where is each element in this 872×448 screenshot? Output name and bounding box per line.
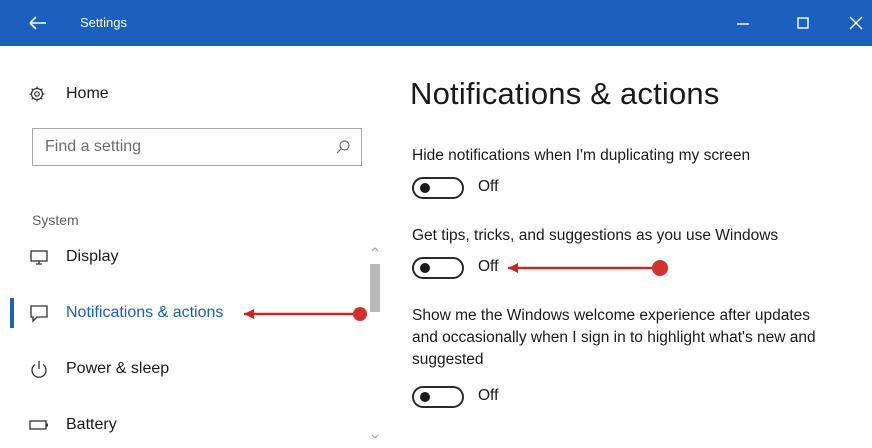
toggle-welcome-experience[interactable] <box>412 386 464 408</box>
chevron-up-icon[interactable] <box>370 244 380 254</box>
sidebar-item-battery[interactable]: Battery <box>0 408 380 442</box>
sidebar-item-display[interactable]: Display <box>0 240 380 274</box>
search-placeholder: Find a setting <box>45 138 142 155</box>
sidebar-item-label: Power & sleep <box>66 360 170 377</box>
toggle-state-label: Off <box>478 258 499 275</box>
title-bar: Settings <box>0 0 872 46</box>
sidebar-item-label: Display <box>66 248 119 265</box>
sidebar-item-label: Battery <box>66 416 117 433</box>
chevron-down-icon[interactable] <box>370 432 380 442</box>
home-label: Home <box>66 85 109 102</box>
maximize-icon[interactable] <box>792 12 814 34</box>
sidebar-scrollbar[interactable] <box>368 244 382 448</box>
toggle-state-label: Off <box>478 178 499 195</box>
sidebar-item-power-sleep[interactable]: Power & sleep <box>0 352 380 386</box>
window-title: Settings <box>80 15 127 30</box>
home-nav-item[interactable]: Home <box>28 82 109 106</box>
setting-label-welcome-experience: Show me the Windows welcome experience a… <box>412 307 816 368</box>
setting-label-tips-tricks: Get tips, tricks, and suggestions as you… <box>412 227 779 244</box>
minimize-icon[interactable] <box>732 12 754 34</box>
gear-icon <box>29 86 45 102</box>
toggle-state-label: Off <box>478 387 499 404</box>
notification-icon <box>30 305 48 323</box>
toggle-tips-tricks[interactable] <box>412 257 464 279</box>
battery-icon <box>29 420 48 430</box>
power-icon <box>31 361 47 378</box>
back-arrow-icon[interactable] <box>26 12 50 34</box>
monitor-icon <box>30 250 48 265</box>
page-title: Notifications & actions <box>410 76 720 111</box>
section-header-system: System <box>32 212 79 228</box>
scrollbar-thumb[interactable] <box>370 264 380 312</box>
setting-label-hide-duplicating: Hide notifications when I'm duplicating … <box>412 147 751 164</box>
sidebar: Home Find a setting System Display Notif… <box>0 46 390 448</box>
toggle-hide-duplicating[interactable] <box>412 177 464 199</box>
toggle-knob <box>420 392 430 402</box>
close-icon[interactable] <box>845 12 867 34</box>
annotation-arrow-left <box>244 307 367 321</box>
search-icon[interactable] <box>335 139 351 155</box>
main-content: Notifications & actions Hide notificatio… <box>392 46 872 448</box>
search-input[interactable]: Find a setting <box>32 128 362 166</box>
sidebar-item-label: Notifications & actions <box>66 304 224 321</box>
annotation-arrow-right <box>508 260 668 276</box>
toggle-knob <box>420 183 430 193</box>
toggle-knob <box>420 263 430 273</box>
